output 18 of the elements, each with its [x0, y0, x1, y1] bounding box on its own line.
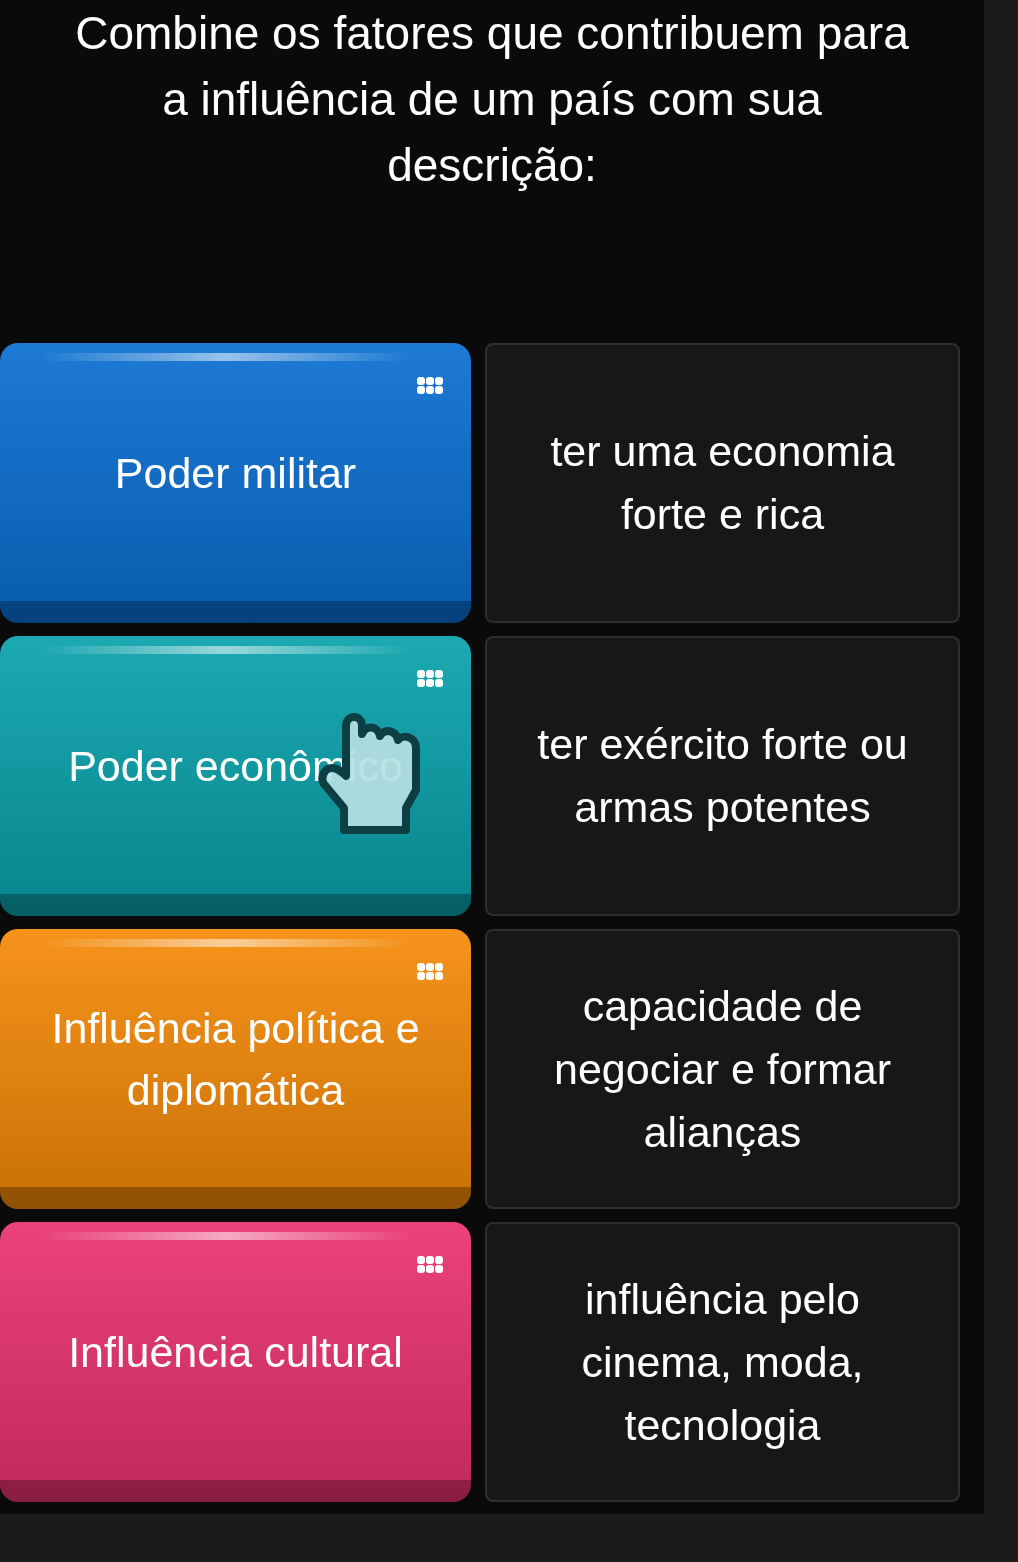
drag-handle-icon[interactable]	[417, 1256, 443, 1273]
description-card[interactable]: ter exército forte ou armas potentes	[485, 636, 960, 916]
drag-handle-icon[interactable]	[417, 963, 443, 980]
card-label: Poder militar	[113, 448, 358, 499]
drag-handle-icon[interactable]	[417, 670, 443, 687]
description-card[interactable]: ter uma economia forte e rica	[485, 343, 960, 623]
drag-handle-icon[interactable]	[417, 377, 443, 394]
question-title: Combine os fatores que contribuem para a influência de um país com sua descrição:	[74, 6, 910, 193]
description-text: ter uma economia forte e rica	[549, 426, 896, 540]
description-card[interactable]: influência pelo cinema, moda, tecnologia	[485, 1222, 960, 1502]
description-text: capacidade de negociar e formar alianças	[553, 980, 892, 1158]
description-text: influência pelo cinema, moda, tecnologia	[580, 1273, 865, 1451]
card-label: Influência política e diplomática	[50, 1003, 421, 1116]
card-label: Influência cultural	[67, 1327, 404, 1378]
description-text: ter exército forte ou armas potentes	[536, 719, 909, 833]
draggable-card[interactable]: Poder militar	[0, 343, 471, 623]
draggable-card[interactable]: Influência cultural	[0, 1222, 471, 1502]
description-card[interactable]: capacidade de negociar e formar alianças	[485, 929, 960, 1209]
